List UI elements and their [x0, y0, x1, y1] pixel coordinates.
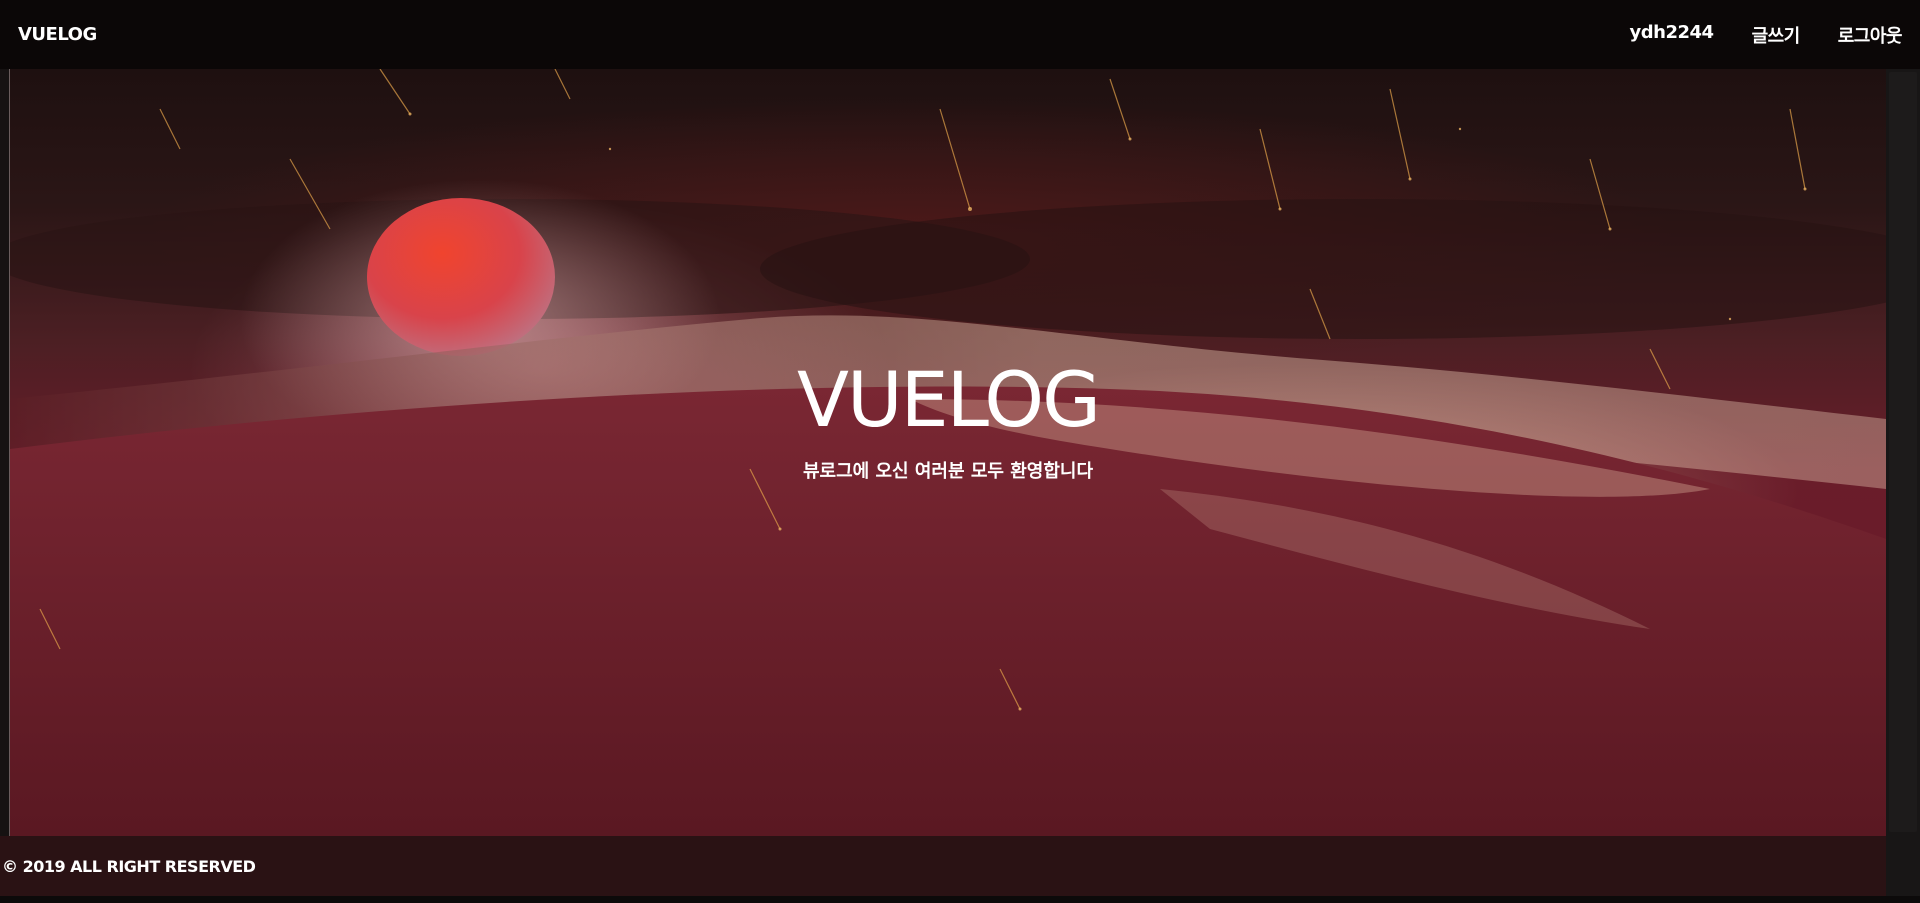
- sun-illustration: [367, 198, 555, 356]
- hero-background-art: [10, 69, 1886, 837]
- hero-title: VUELOG: [797, 355, 1101, 444]
- bottom-strip: [0, 896, 1920, 903]
- hero-subtitle: 뷰로그에 오신 여러분 모두 환영합니다: [802, 461, 1094, 482]
- hero-banner: [10, 69, 1886, 837]
- nav-write-link[interactable]: 글쓰기: [1752, 22, 1801, 48]
- left-edge-border: [0, 69, 10, 837]
- page-footer: © 2019 ALL RIGHT RESERVED: [0, 836, 1886, 896]
- scrollbar-thumb[interactable]: [1889, 72, 1917, 832]
- nav-links: ydh2244 글쓰기 로그아웃: [1630, 22, 1903, 48]
- brand-logo-link[interactable]: VUELOG: [18, 24, 97, 45]
- nav-username-link[interactable]: ydh2244: [1630, 22, 1715, 48]
- top-navbar: VUELOG ydh2244 글쓰기 로그아웃: [0, 0, 1920, 69]
- footer-copyright: © 2019 ALL RIGHT RESERVED: [2, 856, 256, 876]
- nav-logout-link[interactable]: 로그아웃: [1838, 22, 1903, 48]
